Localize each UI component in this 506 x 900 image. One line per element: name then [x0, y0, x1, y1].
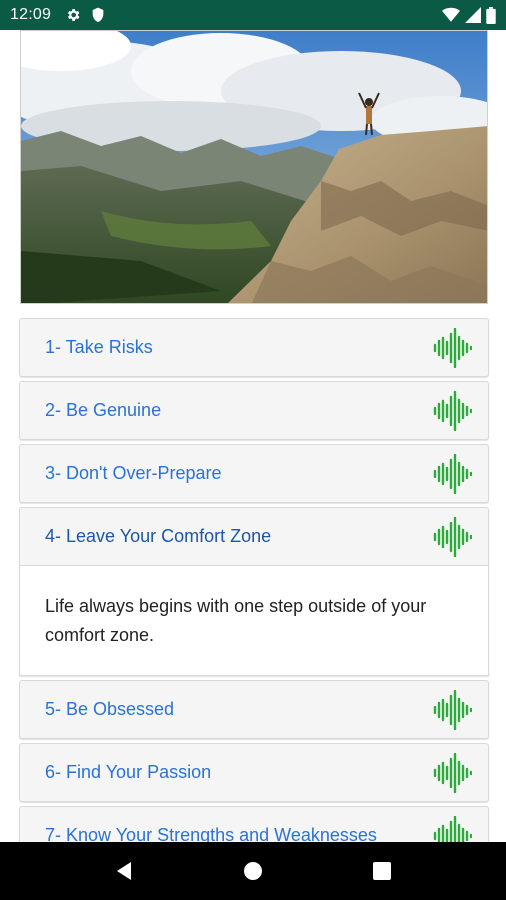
signal-icon — [465, 7, 481, 23]
tips-list: 1- Take Risks 2- Be Genuine 3- Don't Ove… — [19, 318, 489, 842]
content-scroll-area[interactable]: 1- Take Risks 2- Be Genuine 3- Don't Ove… — [0, 30, 506, 842]
sound-wave-icon[interactable] — [432, 815, 472, 843]
list-item-label: 6- Find Your Passion — [45, 762, 212, 782]
status-time: 12:09 — [10, 6, 52, 23]
gear-icon — [67, 9, 80, 21]
list-item[interactable]: 5- Be Obsessed — [19, 680, 489, 739]
status-bar: 12:09 — [0, 0, 506, 30]
status-left-icons — [65, 7, 105, 23]
system-nav-bar — [0, 842, 506, 900]
expanded-panel: Life always begins with one step outside… — [19, 566, 489, 676]
list-item-label: 1- Take Risks — [45, 337, 153, 357]
list-item-label: 2- Be Genuine — [45, 400, 162, 420]
list-item[interactable]: 7- Know Your Strengths and Weaknesses — [19, 806, 489, 842]
sound-wave-icon[interactable] — [432, 689, 472, 730]
home-icon — [243, 862, 262, 880]
expanded-panel-text: Life always begins with one step outside… — [45, 596, 427, 645]
recents-icon — [372, 862, 391, 880]
list-item-expanded[interactable]: 4- Leave Your Comfort Zone — [19, 507, 489, 566]
mountain-photo — [21, 31, 487, 303]
battery-icon — [486, 6, 496, 24]
home-button[interactable] — [229, 847, 277, 895]
list-item[interactable]: 1- Take Risks — [19, 318, 489, 377]
sound-wave-icon[interactable] — [432, 516, 472, 557]
recents-button[interactable] — [358, 847, 406, 895]
list-item-label: 3- Don't Over-Prepare — [45, 463, 222, 483]
sound-wave-icon[interactable] — [432, 390, 472, 431]
list-item[interactable]: 2- Be Genuine — [19, 381, 489, 440]
list-item-label: 5- Be Obsessed — [45, 699, 175, 719]
wifi-icon — [442, 7, 460, 22]
back-icon — [117, 862, 132, 880]
sound-wave-icon[interactable] — [432, 327, 472, 368]
sound-wave-icon[interactable] — [432, 752, 472, 793]
status-right-icons — [442, 6, 496, 24]
shield-icon — [92, 7, 104, 23]
list-item[interactable]: 6- Find Your Passion — [19, 743, 489, 802]
hero-image — [20, 30, 488, 304]
list-item-label: 7- Know Your Strengths and Weaknesses — [45, 825, 377, 842]
list-item[interactable]: 3- Don't Over-Prepare — [19, 444, 489, 503]
list-item-label: 4- Leave Your Comfort Zone — [45, 526, 272, 546]
sound-wave-icon[interactable] — [432, 453, 472, 494]
back-button[interactable] — [100, 847, 148, 895]
